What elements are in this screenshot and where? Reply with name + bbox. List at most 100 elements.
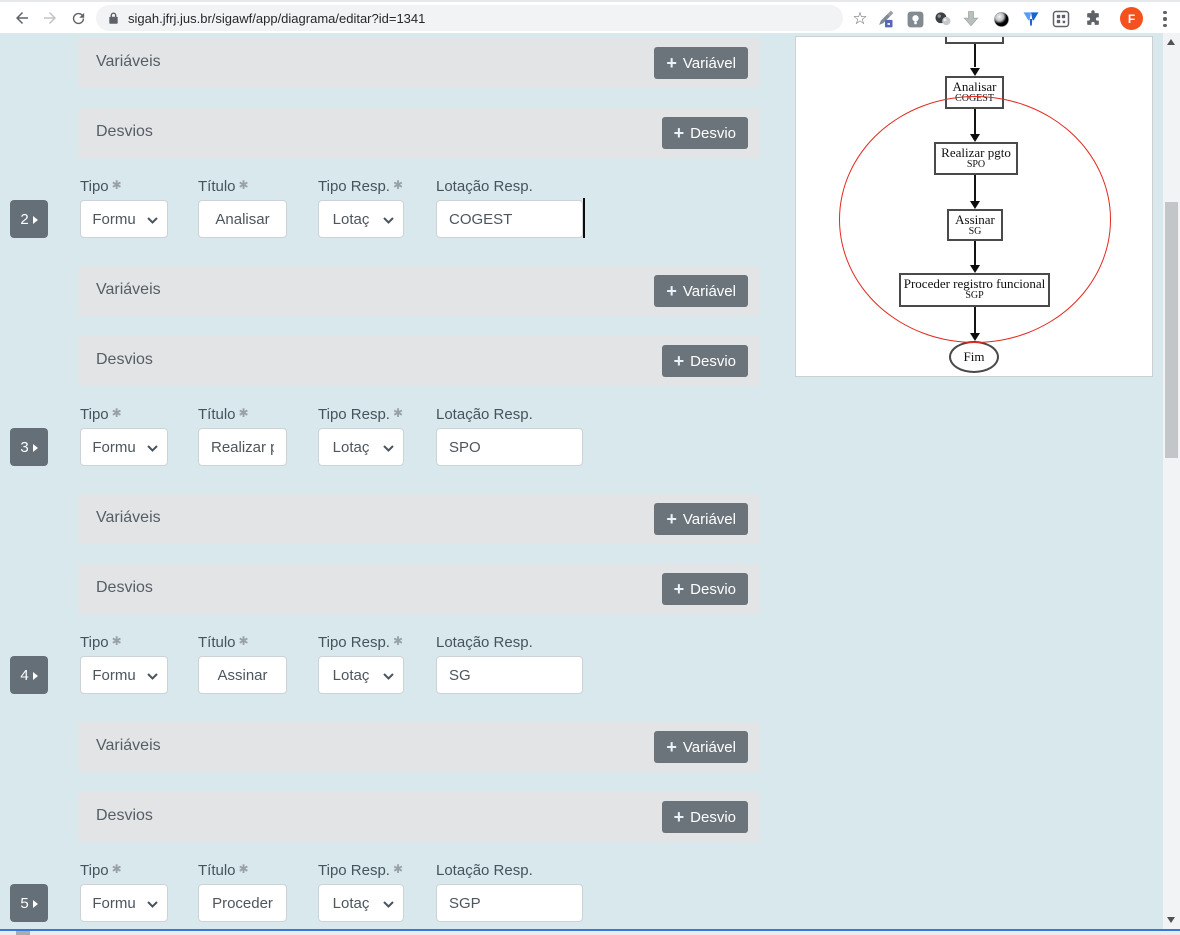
step-badge-3[interactable]: 3 xyxy=(10,428,48,466)
add-variavel-label: Variável xyxy=(683,283,736,300)
titulo-label: Título✱ xyxy=(198,406,249,424)
titulo-field xyxy=(198,656,287,694)
required-asterisk: ✱ xyxy=(112,862,122,876)
desvios-section-bar: Desvios + Desvio xyxy=(78,336,760,386)
add-desvio-button[interactable]: + Desvio xyxy=(662,801,748,833)
tipo-select[interactable]: Formu xyxy=(80,884,168,922)
browser-toolbar: sigah.jfrj.jus.br/sigawf/app/diagrama/ed… xyxy=(0,0,1180,33)
chevron-down-icon xyxy=(147,673,158,680)
desvios-title: Desvios xyxy=(96,579,153,597)
red-ellipse-highlight xyxy=(839,96,1111,343)
step-badge-4[interactable]: 4 xyxy=(10,656,48,694)
titulo-input[interactable] xyxy=(199,429,286,465)
desvios-section-bar: Desvios + Desvio xyxy=(78,792,760,842)
back-arrow-icon xyxy=(13,9,31,27)
tipo-resp-select[interactable]: Lotaç xyxy=(318,200,404,238)
puzzle-icon xyxy=(1083,9,1103,29)
tipo-resp-select[interactable]: Lotaç xyxy=(318,884,404,922)
download-extension-button[interactable] xyxy=(958,6,984,32)
variaveis-title: Variáveis xyxy=(96,509,161,527)
titulo-input[interactable] xyxy=(199,201,286,237)
bookmark-button[interactable]: ☆ xyxy=(847,6,873,32)
scroll-down-arrow-icon[interactable] xyxy=(1167,917,1175,923)
browser-menu-button[interactable] xyxy=(1156,6,1174,32)
lotacao-resp-label: Lotação Resp. xyxy=(436,862,533,880)
tipo-resp-label: Tipo Resp.✱ xyxy=(318,178,403,196)
qr-extension-button[interactable] xyxy=(1048,6,1074,32)
step-expand-icon xyxy=(33,216,38,224)
chevron-down-icon xyxy=(383,901,394,908)
download-arrow-icon xyxy=(961,9,981,29)
tipo-resp-label: Tipo Resp.✱ xyxy=(318,862,403,880)
titulo-input[interactable] xyxy=(199,657,286,693)
lotacao-resp-label: Lotação Resp. xyxy=(436,178,533,196)
lotacao-resp-label: Lotação Resp. xyxy=(436,406,533,424)
step-expand-icon xyxy=(33,900,38,908)
vertical-scrollbar-thumb[interactable] xyxy=(1165,202,1178,458)
step-badge-2[interactable]: 2 xyxy=(10,200,48,238)
required-asterisk: ✱ xyxy=(393,862,403,876)
scroll-up-arrow-icon[interactable] xyxy=(1167,39,1175,45)
add-desvio-button[interactable]: + Desvio xyxy=(662,573,748,605)
lotacao-resp-input[interactable] xyxy=(437,201,582,237)
lotacao-resp-input[interactable] xyxy=(437,657,582,693)
lotacao-resp-field xyxy=(436,428,583,466)
titulo-input[interactable] xyxy=(199,885,286,921)
chevron-down-icon xyxy=(383,217,394,224)
browser-window: sigah.jfrj.jus.br/sigawf/app/diagrama/ed… xyxy=(0,0,1180,935)
qr-code-icon xyxy=(1051,9,1071,29)
tipo-select[interactable]: Formu xyxy=(80,428,168,466)
variaveis-title: Variáveis xyxy=(96,53,161,71)
plus-icon: + xyxy=(666,510,677,528)
eyedropper-extension-button[interactable] xyxy=(872,6,898,32)
variaveis-section-bar: Variáveis + Variável xyxy=(78,38,760,88)
diagram-node-cutoff xyxy=(945,36,1004,44)
eyedropper-icon xyxy=(875,9,895,29)
lotacao-resp-field xyxy=(436,884,583,922)
add-desvio-button[interactable]: + Desvio xyxy=(662,117,748,149)
reload-button[interactable] xyxy=(65,5,91,31)
lotacao-resp-input[interactable] xyxy=(437,885,582,921)
spheres-extension-button[interactable] xyxy=(930,6,956,32)
horizontal-scrollbar[interactable] xyxy=(0,931,1180,935)
desvios-section-bar: Desvios + Desvio xyxy=(78,564,760,614)
lock-icon[interactable] xyxy=(108,11,119,25)
add-desvio-label: Desvio xyxy=(690,809,736,826)
add-variavel-button[interactable]: + Variável xyxy=(654,275,748,307)
step-number: 2 xyxy=(20,211,28,228)
horizontal-scrollbar-thumb[interactable] xyxy=(16,931,30,935)
tipo-select[interactable]: Formu xyxy=(80,200,168,238)
spheres-icon xyxy=(933,9,953,29)
step-badge-5[interactable]: 5 xyxy=(10,884,48,922)
forward-button[interactable] xyxy=(37,5,63,31)
chevron-down-icon xyxy=(147,445,158,452)
plus-icon: + xyxy=(674,352,685,370)
titulo-label: Título✱ xyxy=(198,178,249,196)
profile-avatar[interactable]: F xyxy=(1120,7,1143,30)
plus-icon: + xyxy=(666,282,677,300)
add-variavel-button[interactable]: + Variável xyxy=(654,47,748,79)
variaveis-section-bar: Variáveis + Variável xyxy=(78,722,760,772)
reload-icon xyxy=(70,10,87,27)
variaveis-title: Variáveis xyxy=(96,281,161,299)
add-variavel-button[interactable]: + Variável xyxy=(654,503,748,535)
tipo-resp-label: Tipo Resp.✱ xyxy=(318,406,403,424)
add-variavel-button[interactable]: + Variável xyxy=(654,731,748,763)
add-desvio-button[interactable]: + Desvio xyxy=(662,345,748,377)
lamp-extension-button[interactable] xyxy=(902,6,928,32)
sphere-extension-button[interactable] xyxy=(988,6,1014,32)
extensions-menu-button[interactable] xyxy=(1080,6,1106,32)
address-bar[interactable]: sigah.jfrj.jus.br/sigawf/app/diagrama/ed… xyxy=(96,5,843,31)
vertical-scrollbar[interactable] xyxy=(1163,33,1180,929)
tipo-resp-select[interactable]: Lotaç xyxy=(318,656,404,694)
titulo-label: Título✱ xyxy=(198,862,249,880)
funnel-extension-button[interactable] xyxy=(1018,6,1044,32)
diagram-node-fim: Fim xyxy=(949,341,999,373)
back-button[interactable] xyxy=(9,5,35,31)
sphere-icon xyxy=(992,10,1011,29)
lotacao-resp-input[interactable] xyxy=(437,429,582,465)
plus-icon: + xyxy=(666,738,677,756)
variaveis-section-bar: Variáveis + Variável xyxy=(78,494,760,544)
tipo-resp-select[interactable]: Lotaç xyxy=(318,428,404,466)
tipo-select[interactable]: Formu xyxy=(80,656,168,694)
